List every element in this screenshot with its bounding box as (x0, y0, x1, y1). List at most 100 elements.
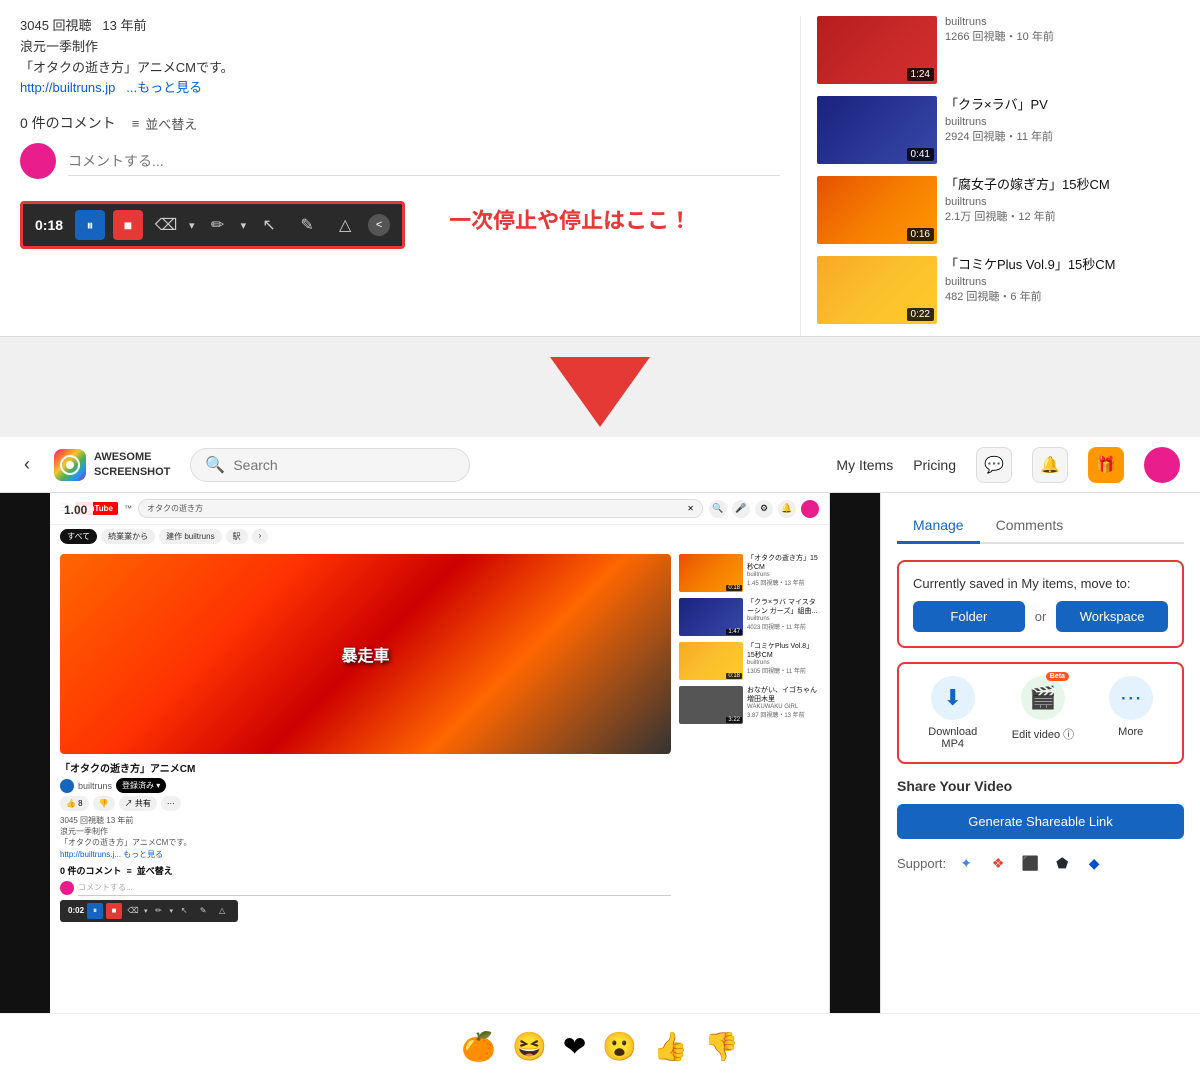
yt-more-btn[interactable]: ··· (161, 796, 181, 811)
arrow-section (0, 337, 1200, 437)
chat-icon-btn[interactable]: 💬 (976, 447, 1012, 483)
tab-comments[interactable]: Comments (980, 509, 1080, 544)
thumbnail-meta-0: builtruns 1266 回視聴・10 年前 (945, 16, 1180, 84)
yt-mini-shape[interactable]: △ (214, 903, 230, 919)
yt-sidebar-item-3[interactable]: 3:22 おながい、イゴちゃん 増田木里 WAKUWAKU GIRL 3.87 … (679, 686, 819, 724)
thumbnail-item-1[interactable]: 0:41 「クラ×ラバ」PV builtruns 2924 回視聴・11 年前 (817, 96, 1180, 164)
emoji-heart[interactable]: ❤ (563, 1030, 586, 1063)
generate-link-button[interactable]: Generate Shareable Link (897, 804, 1184, 839)
top-right-thumbnails: 1:24 builtruns 1266 回視聴・10 年前 0:41 「クラ×ラ… (800, 16, 1180, 336)
yt-sidebar-item-0[interactable]: 0:18 「オタクの逝き方」15秒CM builtruns 1.45 回視聴・1… (679, 554, 819, 592)
more-link[interactable]: ...もっと見る (126, 80, 202, 95)
pricing-link[interactable]: Pricing (913, 457, 956, 473)
yt-subscribe-btn[interactable]: 登録済み ▾ (116, 778, 166, 793)
yt-mini-time: 0:02 (68, 906, 84, 915)
duration-2: 0:16 (907, 228, 934, 241)
comment-input[interactable] (68, 147, 780, 176)
views-1: 2924 回視聴・11 年前 (945, 128, 1180, 144)
chat-icon: 💬 (984, 455, 1004, 475)
yt-sidebar-item-1[interactable]: 1:47 「クラ×ラバ マイスターシン ガーズ」組曲... builtruns … (679, 598, 819, 636)
yt-dislike-btn[interactable]: 👎 (93, 796, 115, 811)
yt-mini-video-thumb[interactable]: 暴走車 (60, 554, 671, 754)
cursor-icon[interactable]: ↖ (254, 210, 284, 240)
download-label: DownloadMP4 (928, 726, 977, 750)
yt-bell-btn[interactable]: 🔔 (778, 500, 796, 518)
yt-mic-btn[interactable]: 🎤 (732, 500, 750, 518)
pencil-icon[interactable]: ✎ (292, 210, 322, 240)
user-avatar-nav[interactable] (1144, 447, 1180, 483)
nav-back-button[interactable]: ‹ (20, 450, 34, 479)
tab-manage[interactable]: Manage (897, 509, 980, 544)
thumbnail-image-3: 0:22 (817, 256, 937, 324)
search-input[interactable] (233, 457, 433, 473)
yt-mini-eraser-dd[interactable]: ▾ (144, 907, 148, 915)
gift-icon-btn[interactable]: 🎁 (1088, 447, 1124, 483)
comment-sort[interactable]: ≡ 並べ替え (132, 114, 198, 133)
yt-search-btn[interactable]: 🔍 (709, 500, 727, 518)
emoji-orange[interactable]: 🍊 (461, 1030, 496, 1063)
emoji-laugh[interactable]: 😆 (512, 1030, 547, 1063)
yt-mini-search[interactable]: オタクの逝き方 ✕ (138, 499, 703, 518)
yt-mini-cursor[interactable]: ↖ (176, 903, 192, 919)
yt-mini-comments-hdr: 0 件のコメント ≡ 並べ替え (60, 864, 671, 877)
yt-like-btn[interactable]: 👍 8 (60, 796, 89, 811)
emoji-thumbsup[interactable]: 👍 (653, 1030, 688, 1063)
search-bar[interactable]: 🔍 (190, 448, 470, 482)
yt-sidebar-item-2[interactable]: 0:18 「コミケPlus Vol.8」15秒CM builtruns 1305… (679, 642, 819, 680)
emoji-surprised[interactable]: 😮 (602, 1030, 637, 1063)
github-icon[interactable]: ⬟ (1050, 851, 1074, 875)
eraser-dropdown[interactable]: ▾ (189, 219, 195, 232)
views-3: 482 回視聴・6 年前 (945, 288, 1180, 304)
yt-mini-toolbar: 0:02 ⏸ ■ ⌫ ▾ ✏ ▾ ↖ ✎ △ (60, 900, 238, 922)
google-icon[interactable]: ✦ (954, 851, 978, 875)
download-action[interactable]: ⬇ DownloadMP4 (928, 676, 977, 750)
yt-clear-icon[interactable]: ✕ (687, 504, 694, 513)
slack-icon[interactable]: ⬛ (1018, 851, 1042, 875)
edit-video-action[interactable]: 🎬 Beta Edit video ⓘ (1012, 676, 1074, 742)
channel-link[interactable]: http://builtruns.jp (20, 80, 115, 95)
more-action[interactable]: ⋯ More (1109, 676, 1153, 738)
views-2: 2.1万 回視聴・12 年前 (945, 208, 1180, 224)
yt-mini-pen[interactable]: ✏ (151, 903, 167, 919)
pen-icon[interactable]: ✏ (203, 210, 233, 240)
yt-tab-more[interactable]: › (252, 529, 269, 544)
stop-button[interactable]: ■ (113, 210, 143, 240)
yt-tab-all[interactable]: すべて (60, 529, 97, 544)
yt-share-btn[interactable]: ↗ 共有 (119, 796, 157, 811)
yt-mini-eraser[interactable]: ⌫ (125, 903, 141, 919)
yt-mini-stop-btn[interactable]: ■ (106, 903, 122, 919)
yt-mini-pencil[interactable]: ✎ (195, 903, 211, 919)
jira-icon[interactable]: ◆ (1082, 851, 1106, 875)
thumbnail-item-3[interactable]: 0:22 「コミケPlus Vol.9」15秒CM builtruns 482 … (817, 256, 1180, 324)
collapse-button[interactable]: < (368, 214, 390, 236)
yt-mini-comment-avatar (60, 881, 74, 895)
shape-icon[interactable]: △ (330, 210, 360, 240)
eraser-icon[interactable]: ⌫ (151, 210, 181, 240)
folder-button[interactable]: Folder (913, 601, 1025, 632)
yt-sidebar-dur-2: 0:18 (726, 673, 742, 679)
my-items-link[interactable]: My Items (836, 457, 893, 473)
support-label: Support: (897, 856, 946, 871)
yt-mini-sidebar: 0:18 「オタクの逝き方」15秒CM builtruns 1.45 回視聴・1… (679, 554, 819, 922)
yt-desc-link[interactable]: http://builtruns.j... (60, 850, 121, 859)
yt-mini-comment-box[interactable]: コメントする... (78, 880, 671, 896)
edit-video-label: Edit video ⓘ (1012, 726, 1074, 742)
trello-icon[interactable]: ❖ (986, 851, 1010, 875)
yt-tab-channel[interactable]: 建作 builtruns (159, 529, 221, 544)
pen-dropdown[interactable]: ▾ (241, 219, 247, 232)
emoji-thumbsdown[interactable]: 👎 (704, 1030, 739, 1063)
yt-mini-pen-dd[interactable]: ▾ (170, 907, 174, 915)
thumbnail-item-0: 1:24 builtruns 1266 回視聴・10 年前 (817, 16, 1180, 84)
yt-tab-industry[interactable]: 続業業から (101, 529, 155, 544)
yt-settings-btn[interactable]: ⚙ (755, 500, 773, 518)
thumbnail-item-2[interactable]: 0:16 「腐女子の嫁ぎ方」15秒CM builtruns 2.1万 回視聴・1… (817, 176, 1180, 244)
pause-button[interactable]: ⏸ (75, 210, 105, 240)
workspace-button[interactable]: Workspace (1056, 601, 1168, 632)
yt-mini-avatar[interactable] (801, 500, 819, 518)
bell-icon-btn[interactable]: 🔔 (1032, 447, 1068, 483)
yt-tab-station[interactable]: 駅 (226, 529, 248, 544)
manage-saved-text: Currently saved in My items, move to: (913, 576, 1168, 591)
download-icon-circle: ⬇ (931, 676, 975, 720)
yt-more-link[interactable]: もっと見る (123, 850, 163, 859)
yt-mini-pause-btn[interactable]: ⏸ (87, 903, 103, 919)
